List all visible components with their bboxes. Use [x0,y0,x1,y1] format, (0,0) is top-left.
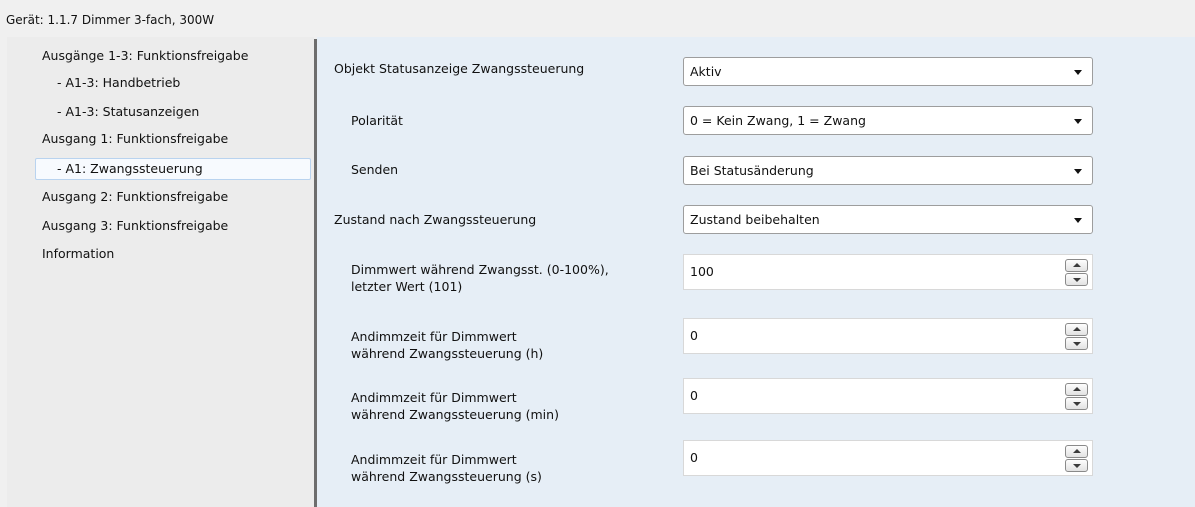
dim-value-label: Dimmwert während Zwangsst. (0-100%), let… [351,261,609,295]
arrow-down-icon [1073,464,1081,468]
arrow-up-icon [1073,387,1081,391]
dim-time-s-label-line1: Andimmzeit für Dimmwert [351,452,517,467]
polarity-dropdown[interactable]: 0 = Kein Zwang, 1 = Zwang [683,106,1093,135]
state-after-value: Zustand beibehalten [690,212,820,227]
decrement-button[interactable] [1065,337,1088,350]
dim-time-min-label-line2: während Zwangssteuerung (min) [351,407,559,422]
dim-time-h-label: Andimmzeit für Dimmwert während Zwangsst… [351,328,543,362]
arrow-down-icon [1073,278,1081,282]
status-object-value: Aktiv [690,64,722,79]
dim-time-h-label-line2: während Zwangssteuerung (h) [351,346,544,361]
arrow-up-icon [1073,263,1081,267]
send-label: Senden [351,162,399,177]
dim-value-label-line2: letzter Wert (101) [351,279,463,294]
arrow-up-icon [1073,449,1081,453]
chevron-down-icon [1074,169,1082,174]
polarity-value: 0 = Kein Zwang, 1 = Zwang [690,113,866,128]
dim-time-s-spinner[interactable]: 0 [683,440,1093,476]
nav-item-output-1-function-enable[interactable]: Ausgang 1: Funktionsfreigabe [42,128,228,150]
polarity-label: Polarität [351,113,403,128]
decrement-button[interactable] [1065,273,1088,286]
dim-time-min-input[interactable]: 0 [690,388,698,403]
dim-time-min-spinner[interactable]: 0 [683,378,1093,414]
dim-value-spinner[interactable]: 100 [683,254,1093,290]
nav-item-output-2-function-enable[interactable]: Ausgang 2: Funktionsfreigabe [42,186,228,208]
dim-time-h-spinner[interactable]: 0 [683,318,1093,354]
decrement-button[interactable] [1065,397,1088,410]
dim-time-s-label-line2: während Zwangssteuerung (s) [351,469,542,484]
dim-time-min-label: Andimmzeit für Dimmwert während Zwangsst… [351,389,559,423]
dim-value-input[interactable]: 100 [690,264,714,279]
nav-item-a1-forced-control[interactable]: - A1: Zwangssteuerung [35,158,311,180]
chevron-down-icon [1074,218,1082,223]
dim-time-h-label-line1: Andimmzeit für Dimmwert [351,329,517,344]
nav-item-output-3-function-enable[interactable]: Ausgang 3: Funktionsfreigabe [42,215,228,237]
status-object-dropdown[interactable]: Aktiv [683,57,1093,86]
chevron-down-icon [1074,70,1082,75]
dim-time-min-label-line1: Andimmzeit für Dimmwert [351,390,517,405]
send-dropdown[interactable]: Bei Statusänderung [683,156,1093,185]
state-after-label: Zustand nach Zwangssteuerung [334,212,537,227]
nav-item-outputs-1-3-function-enable[interactable]: Ausgänge 1-3: Funktionsfreigabe [42,45,248,67]
arrow-up-icon [1073,327,1081,331]
send-value: Bei Statusänderung [690,163,814,178]
arrow-down-icon [1073,402,1081,406]
nav-item-a1-3-status-displays[interactable]: - A1-3: Statusanzeigen [57,101,199,123]
dim-time-s-input[interactable]: 0 [690,450,698,465]
decrement-button[interactable] [1065,459,1088,472]
nav-item-information[interactable]: Information [42,243,114,265]
nav-item-a1-3-manual-mode[interactable]: - A1-3: Handbetrieb [57,72,180,94]
device-title-bar: Gerät: 1.1.7 Dimmer 3-fach, 300W [0,0,1195,36]
increment-button[interactable] [1065,259,1088,272]
increment-button[interactable] [1065,383,1088,396]
status-object-label: Objekt Statusanzeige Zwangssteuerung [334,61,585,76]
dim-time-s-label: Andimmzeit für Dimmwert während Zwangsst… [351,451,542,485]
dim-time-h-input[interactable]: 0 [690,328,698,343]
increment-button[interactable] [1065,323,1088,336]
chevron-down-icon [1074,119,1082,124]
device-title: Gerät: 1.1.7 Dimmer 3-fach, 300W [6,13,215,27]
dim-value-label-line1: Dimmwert während Zwangsst. (0-100%), [351,262,609,277]
arrow-down-icon [1073,342,1081,346]
increment-button[interactable] [1065,445,1088,458]
state-after-dropdown[interactable]: Zustand beibehalten [683,205,1093,234]
